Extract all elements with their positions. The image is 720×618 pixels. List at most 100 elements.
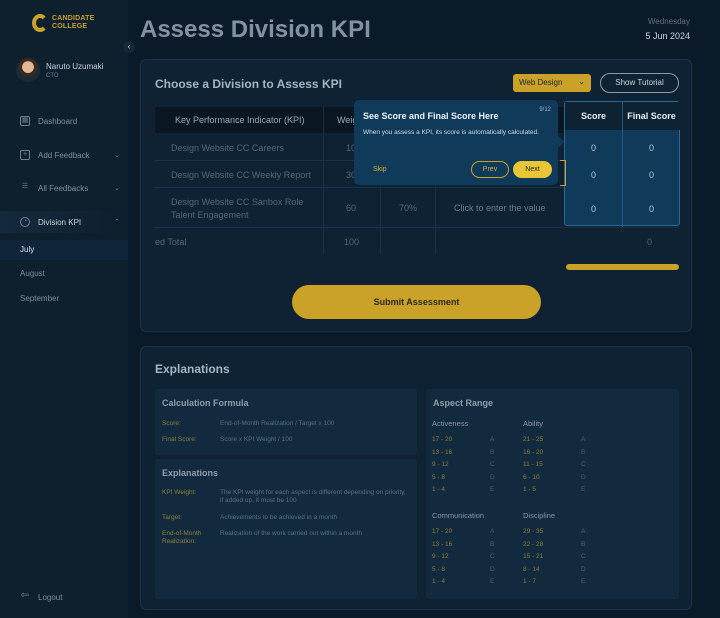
aspect-range-value: 17 - 20	[432, 436, 453, 443]
logout-button[interactable]: ⇦ Logout	[20, 590, 120, 602]
aspect-range-value: 1 - 5	[523, 486, 537, 493]
collapse-sidebar-button[interactable]: ‹	[123, 41, 135, 53]
explanations-title: Explanations	[155, 362, 230, 376]
aspect-range-value: 21 - 25	[523, 436, 544, 443]
aspect-range-grade: A	[581, 528, 586, 535]
sidebar-subitem-september[interactable]: September	[20, 294, 59, 303]
kpi-weight-key: KPI Weight:	[162, 489, 197, 496]
aspect-range-value: 15 - 21	[523, 553, 544, 560]
sidebar-item-label: Add Feedback	[38, 150, 90, 160]
division-select[interactable]: Web Design ⌄	[513, 74, 591, 92]
tooltip-title: See Score and Final Score Here	[363, 111, 499, 121]
tooltip-body: When you assess a KPI, its score is auto…	[363, 129, 539, 136]
column-header-kpi: Key Performance Indicator (KPI)	[175, 115, 305, 125]
aspect-range-value: 29 - 35	[523, 528, 544, 535]
aspect-range-group-name: Activeness	[432, 419, 469, 428]
column-divider	[323, 107, 324, 254]
date-full: 5 Jun 2024	[645, 31, 690, 41]
score-cell: 0	[590, 143, 596, 153]
aspect-range-value: 22 - 28	[523, 540, 544, 548]
tooltip-skip-button[interactable]: Skip	[373, 166, 387, 173]
aspect-range-grade: A	[581, 436, 586, 443]
sidebar: CANDIDATE COLLEGE Naruto Uzumaki CTO ▦ D…	[0, 0, 128, 618]
final-score-cell: 0	[648, 170, 654, 180]
aspect-range-value: 5 - 8	[432, 473, 446, 481]
aspect-range-grade: D	[490, 473, 495, 481]
logo[interactable]: CANDIDATE COLLEGE	[32, 14, 95, 32]
division-select-value: Web Design	[519, 78, 563, 87]
aspect-range-value: 17 - 20	[432, 528, 453, 535]
aspect-range-grade: A	[490, 436, 495, 443]
aspect-range-group-name: Discipline	[523, 511, 556, 520]
score-cell: 0	[590, 204, 596, 214]
show-tutorial-button[interactable]: Show Tutorial	[600, 73, 679, 93]
sidebar-item-dashboard[interactable]: ▦ Dashboard	[20, 116, 120, 126]
avatar	[16, 58, 40, 82]
logout-label: Logout	[38, 592, 63, 602]
aspect-range-value: 8 - 14	[523, 565, 540, 573]
aspect-range-grade: A	[490, 528, 495, 535]
aspect-range-grade: B	[581, 448, 586, 456]
tooltip-prev-button[interactable]: Prev	[471, 161, 509, 178]
table-cell-kpi: Design Website CC Sanbox Role Talent Eng…	[171, 197, 304, 220]
logout-icon: ⇦	[20, 590, 30, 601]
final-score-cell: 0	[648, 204, 654, 214]
logo-line1: CANDIDATE	[52, 15, 95, 22]
sidebar-item-all-feedbacks[interactable]: ☰ All Feedbacks ⌄	[20, 183, 120, 193]
aspect-range-group-name: Ability	[523, 419, 544, 428]
aspect-range-value: 5 - 8	[432, 565, 446, 573]
aspect-range-title: Aspect Range	[433, 398, 494, 408]
aspect-range-grade: C	[581, 461, 586, 468]
chart-icon: ◔	[20, 217, 30, 227]
row-divider	[155, 227, 679, 228]
table-scrollbar[interactable]	[566, 264, 679, 270]
column-header-score: Score	[565, 102, 622, 130]
sidebar-item-division-kpi[interactable]: ◔ Division KPI ⌃	[20, 217, 120, 227]
calc-formula-panel: Calculation Formula Score: End-of-Month …	[155, 389, 417, 455]
aspect-range-group-name: Communication	[432, 511, 485, 520]
target-value: Achievements to be achieved in a month	[220, 514, 338, 521]
aspect-range-grade: D	[581, 565, 586, 573]
score-formula-key: Score:	[162, 420, 181, 427]
score-columns-highlight: Score Final Score 0 0 0 0 0 0	[564, 101, 680, 227]
date-day: Wednesday	[647, 17, 690, 26]
aspect-range-panel: Aspect Range Activeness 17 - 20 A 13 - 16 B 9…	[426, 389, 679, 599]
aspect-range-value: 13 - 16	[432, 448, 453, 456]
realization-input[interactable]: Click to enter the value	[454, 203, 546, 213]
final-score-formula-key: Final Score:	[162, 436, 197, 443]
tooltip-next-button[interactable]: Next	[513, 161, 552, 178]
total-final-score: 0	[647, 237, 653, 247]
submit-assessment-button[interactable]: Submit Assessment	[292, 285, 541, 319]
sidebar-item-add-feedback[interactable]: + Add Feedback ⌄	[20, 150, 120, 160]
target-key: Target:	[162, 514, 182, 521]
page-title: Assess Division KPI	[140, 16, 371, 43]
eom-realization-value: Realization of the work carried out with…	[220, 530, 362, 537]
score-cell: 0	[590, 170, 596, 180]
logo-icon	[32, 14, 48, 32]
tutorial-tooltip: See Score and Final Score Here 9/12 When…	[354, 100, 564, 185]
aspect-range-grade: E	[581, 578, 586, 585]
aspect-range-value: 6 - 10	[523, 473, 540, 481]
logo-line2: COLLEGE	[52, 23, 88, 30]
sidebar-subitem-july[interactable]: July	[20, 245, 34, 254]
profile[interactable]: Naruto Uzumaki CTO	[16, 58, 103, 82]
chevron-down-icon: ⌄	[114, 152, 120, 159]
aspect-range-value: 11 - 15	[523, 461, 543, 468]
aspect-range-value: 1 - 7	[523, 578, 537, 585]
aspect-range-value: 1 - 4	[432, 486, 446, 493]
aspect-range-value: 16 - 20	[523, 448, 544, 456]
table-cell-kpi: Design Website CC Weekly Report	[171, 170, 311, 180]
table-cell-weight: 60	[346, 203, 357, 213]
profile-name: Naruto Uzumaki	[46, 61, 104, 71]
aspect-range-value: 13 - 16	[432, 540, 453, 548]
explanations-card: Explanations Calculation Formula Score: …	[140, 346, 692, 610]
final-score-cell: 0	[648, 143, 654, 153]
sidebar-subitem-august[interactable]: August	[20, 269, 45, 278]
aspect-range-value: 1 - 4	[432, 578, 446, 585]
kpi-weight-value: The KPI weight for each aspect is differ…	[220, 489, 406, 504]
explanations-panel: Explanations KPI Weight: The KPI weight …	[155, 459, 417, 599]
chevron-down-icon: ⌄	[114, 185, 120, 192]
chevron-down-icon: ⌄	[578, 77, 585, 86]
total-label: ed Total	[155, 237, 187, 247]
sidebar-item-label: Division KPI	[38, 217, 82, 227]
